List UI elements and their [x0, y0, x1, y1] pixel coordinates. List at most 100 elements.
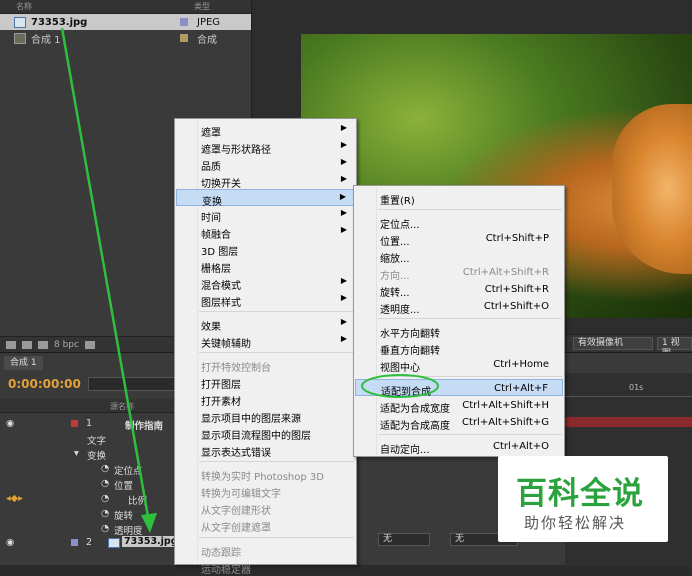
menu-item-mask[interactable]: 遮罩 ▶	[176, 121, 355, 139]
stopwatch-icon[interactable]: ◔	[101, 478, 109, 489]
submenu-item-flip-vertical[interactable]: 垂直方向翻转	[355, 339, 563, 357]
submenu-item-reset[interactable]: 重置(R)	[355, 189, 563, 207]
submenu-item-center-in-view[interactable]: 视图中心 Ctrl+Home	[355, 356, 563, 374]
menu-item-convert-photoshop-3d[interactable]: 转换为实时 Photoshop 3D	[176, 465, 355, 483]
layer-context-menu: 遮罩 ▶ 遮罩与形状路径 ▶ 品质 ▶ 切换开关 ▶ 变换 ▶ 时间 ▶ 帧融合 ▶ 3D 图…	[174, 118, 357, 576]
submenu-item-anchor-point[interactable]: 定位点...	[355, 213, 563, 231]
trash-icon[interactable]	[84, 340, 95, 349]
layer-search-input[interactable]	[88, 377, 178, 391]
submenu-item-rotation[interactable]: 旋转... Ctrl+Shift+R	[355, 281, 563, 299]
menu-separator	[378, 434, 562, 435]
project-item-jpg[interactable]: 73353.jpg JPEG	[0, 14, 251, 30]
transform-submenu: 重置(R) 定位点... 位置... Ctrl+Shift+P 缩放... 方向.…	[353, 185, 565, 457]
menu-item-reveal-in-flowchart[interactable]: 显示项目流程图中的图层	[176, 424, 355, 442]
label-color-swatch[interactable]	[180, 34, 188, 42]
project-item-type: 合成	[197, 34, 217, 46]
menu-item-create-masks-from-text[interactable]: 从文字创建遮罩	[176, 516, 355, 534]
layer-name[interactable]: 73353.jpg	[122, 536, 180, 547]
menu-item-switches[interactable]: 切换开关 ▶	[176, 172, 355, 190]
menu-item-mask-shape-path[interactable]: 遮罩与形状路径 ▶	[176, 138, 355, 156]
menu-item-create-shapes-from-text[interactable]: 从文字创建形状	[176, 499, 355, 517]
label-color-swatch[interactable]	[71, 539, 78, 546]
property-label: 旋转	[114, 511, 134, 522]
column-type-header[interactable]: 类型	[172, 1, 210, 12]
menu-item-3d-layer[interactable]: 3D 图层	[176, 240, 355, 258]
submenu-arrow-icon: ▶	[340, 140, 347, 149]
column-name-header[interactable]: 名称	[0, 1, 172, 12]
menu-item-frame-blending[interactable]: 帧融合 ▶	[176, 223, 355, 241]
submenu-item-auto-orient[interactable]: 自动定向... Ctrl+Alt+O	[355, 438, 563, 456]
stopwatch-icon[interactable]: ◔	[101, 493, 109, 504]
menu-item-reveal-in-project[interactable]: 显示项目中的图层来源	[176, 407, 355, 425]
property-group-text[interactable]: 文字	[0, 431, 175, 447]
submenu-arrow-icon: ▶	[340, 157, 347, 166]
layer-row-2[interactable]: ◉ 2 73353.jpg	[0, 535, 180, 550]
cat-face	[612, 104, 692, 274]
submenu-item-position[interactable]: 位置... Ctrl+Shift+P	[355, 230, 563, 248]
menu-item-convert-editable-text[interactable]: 转换为可编辑文字	[176, 482, 355, 500]
property-anchor-point[interactable]: ◔ 定位点	[0, 461, 175, 477]
track-matte-select[interactable]: 无	[378, 533, 430, 546]
menu-item-track-motion[interactable]: 动态跟踪	[176, 541, 355, 559]
tab-composition-1[interactable]: 合成 1	[4, 356, 43, 370]
menu-item-effect[interactable]: 效果 ▶	[176, 315, 355, 333]
menu-item-transform[interactable]: 变换 ▶	[176, 189, 355, 208]
layer-row-1[interactable]: ◉ 1 制作指南	[0, 416, 175, 432]
visibility-eye-icon[interactable]: ◉	[6, 537, 14, 548]
label-color-swatch[interactable]	[71, 420, 78, 427]
image-file-icon	[108, 538, 120, 548]
property-position[interactable]: ◔ 位置	[0, 476, 175, 492]
menu-item-show-expression-errors[interactable]: 显示表达式错误	[176, 441, 355, 459]
time-ruler[interactable]: 01s	[565, 383, 692, 397]
menu-item-open-footage[interactable]: 打开素材	[176, 390, 355, 408]
menu-item-warp-stabilizer[interactable]: 运动稳定器	[176, 558, 355, 576]
menu-item-keyframe-assistant[interactable]: 关键帧辅助 ▶	[176, 332, 355, 350]
submenu-item-fit-to-comp-width[interactable]: 适配为合成宽度 Ctrl+Alt+Shift+H	[355, 397, 563, 415]
current-timecode[interactable]: 0:00:00:00	[8, 377, 81, 391]
property-rotation[interactable]: ◔ 旋转	[0, 506, 175, 522]
menu-item-quality[interactable]: 品质 ▶	[176, 155, 355, 173]
new-folder-icon[interactable]	[22, 340, 32, 349]
keyframe-nav-icon[interactable]: ◂◆▸	[6, 493, 23, 504]
property-label: 比例	[128, 496, 148, 507]
submenu-arrow-icon: ▶	[340, 225, 347, 234]
project-item-comp[interactable]: 合成 1 合成	[0, 30, 251, 46]
visibility-eye-icon[interactable]: ◉	[6, 418, 14, 429]
menu-item-guide-layer[interactable]: 栅格层	[176, 257, 355, 275]
property-scale[interactable]: ◂◆▸ ◔ 比例	[0, 491, 175, 507]
composition-icon	[14, 32, 26, 44]
stopwatch-icon[interactable]: ◔	[101, 508, 109, 519]
submenu-item-fit-to-comp-height[interactable]: 适配为合成高度 Ctrl+Alt+Shift+G	[355, 414, 563, 432]
bit-depth-button[interactable]: 8 bpc	[54, 340, 79, 350]
submenu-arrow-icon: ▶	[340, 174, 347, 183]
menu-item-blending-mode[interactable]: 混合模式 ▶	[176, 274, 355, 292]
submenu-arrow-icon: ▶	[340, 293, 347, 302]
menu-separator	[199, 311, 354, 312]
interpret-footage-icon[interactable]	[6, 340, 16, 349]
submenu-item-orientation[interactable]: 方向... Ctrl+Alt+Shift+R	[355, 264, 563, 282]
watermark-title: 百科全说	[516, 476, 644, 512]
property-group-transform[interactable]: ▾ 变换	[0, 446, 175, 462]
source-name-header[interactable]: 源名称	[110, 401, 134, 412]
label-color-swatch[interactable]	[180, 18, 188, 26]
submenu-item-scale[interactable]: 缩放...	[355, 247, 563, 265]
submenu-item-opacity[interactable]: 透明度... Ctrl+Shift+O	[355, 298, 563, 316]
view-layout-select[interactable]: 1 视图	[657, 337, 692, 359]
stopwatch-icon[interactable]: ◔	[101, 463, 109, 474]
stopwatch-icon[interactable]: ◔	[101, 523, 109, 534]
layer-number: 1	[86, 418, 93, 429]
layer-duration-bar[interactable]	[565, 417, 692, 427]
property-opacity[interactable]: ◔ 透明度	[0, 521, 175, 537]
menu-item-layer-styles[interactable]: 图层样式 ▶	[176, 291, 355, 309]
menu-item-open-layer[interactable]: 打开图层	[176, 373, 355, 391]
layer-number: 2	[86, 537, 93, 548]
menu-item-time[interactable]: 时间 ▶	[176, 206, 355, 224]
menu-item-open-effect-controls[interactable]: 打开特效控制台	[176, 356, 355, 374]
expand-triangle-icon[interactable]: ▾	[74, 448, 79, 459]
submenu-item-flip-horizontal[interactable]: 水平方向翻转	[355, 322, 563, 340]
layer-name[interactable]: 制作指南	[125, 418, 163, 432]
submenu-item-fit-to-comp[interactable]: 适配到合成 Ctrl+Alt+F	[355, 379, 563, 398]
new-composition-icon[interactable]	[38, 340, 48, 349]
camera-select[interactable]: 有效摄像机	[573, 337, 653, 350]
watermark-logo: 百科全说 助你轻松解决	[498, 456, 668, 542]
